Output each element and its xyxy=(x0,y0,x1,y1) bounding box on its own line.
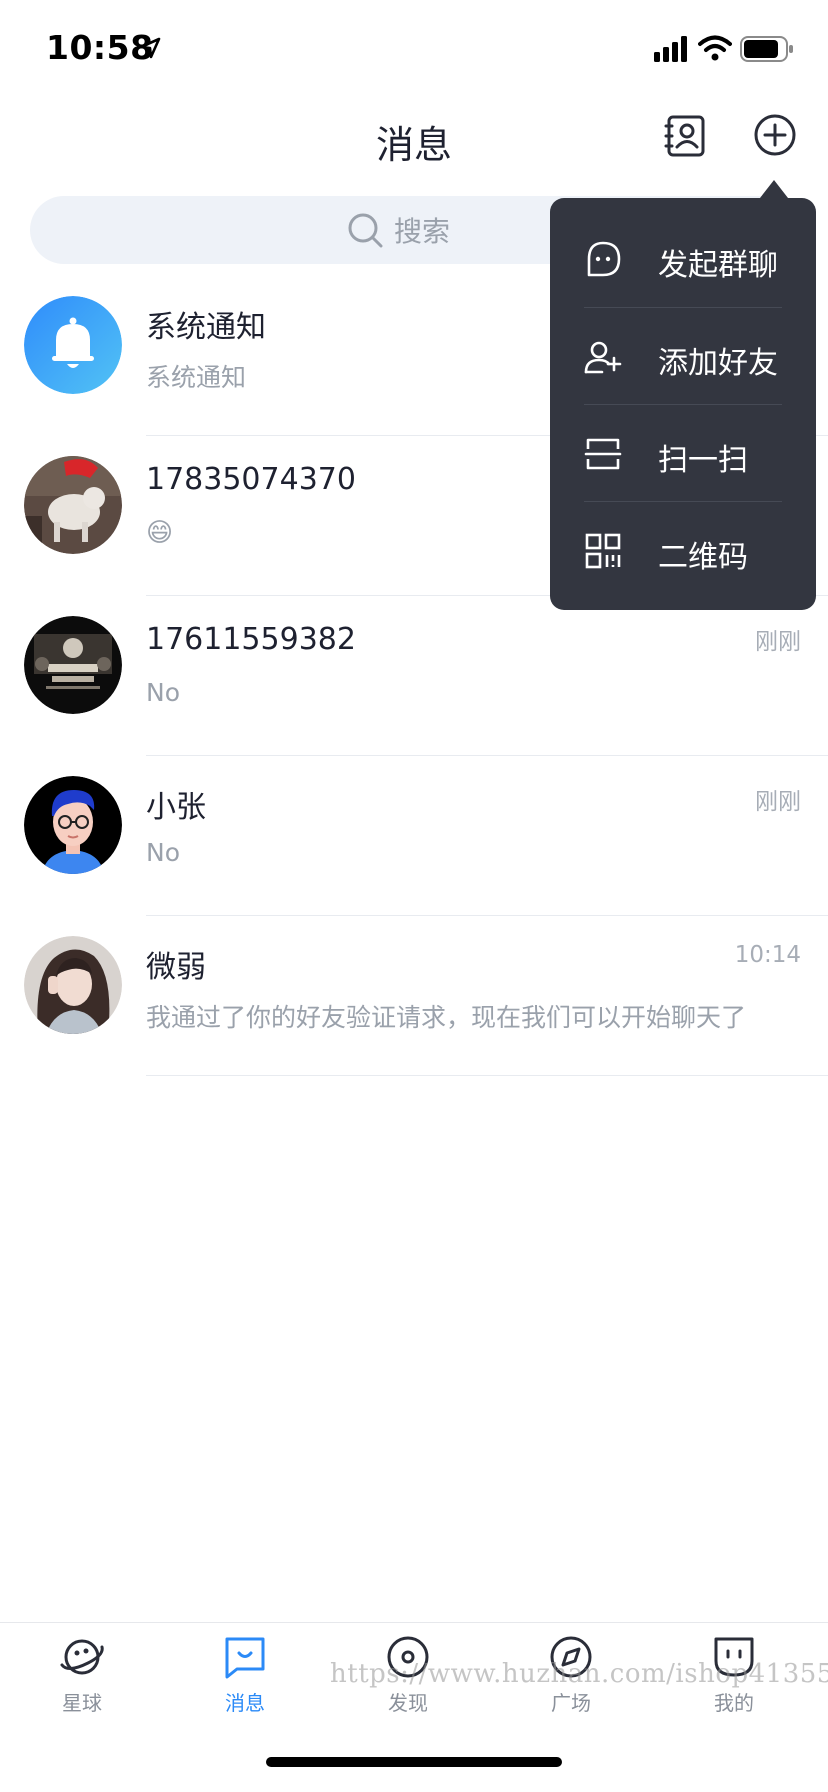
conversation-time: 刚刚 xyxy=(755,629,801,655)
contacts-icon[interactable] xyxy=(664,114,708,158)
tab-label: 消息 xyxy=(225,1691,265,1715)
menu-item-qr-code[interactable]: 二维码 xyxy=(584,501,782,598)
search-placeholder: 搜索 xyxy=(394,215,451,248)
tab-messages[interactable]: 消息 xyxy=(185,1633,305,1733)
conversation-name: 系统通知 xyxy=(146,310,266,345)
tab-label: 发现 xyxy=(388,1691,428,1715)
watermark: https://www.huzhan.com/ishop41355 xyxy=(330,1659,828,1689)
conversation-preview: No xyxy=(146,838,180,867)
tab-label: 我的 xyxy=(714,1691,754,1715)
add-menu-plus-icon[interactable] xyxy=(752,112,798,158)
system-notification-avatar xyxy=(24,296,122,394)
nav-header: 消息 xyxy=(0,96,828,196)
scan-icon xyxy=(584,438,622,470)
menu-item-scan[interactable]: 扫一扫 xyxy=(584,404,782,501)
menu-item-label: 扫一扫 xyxy=(658,443,748,478)
tab-label: 星球 xyxy=(62,1691,102,1715)
add-popup-menu: 发起群聊 添加好友 扫一扫 二维码 xyxy=(550,198,816,610)
home-indicator[interactable] xyxy=(266,1757,562,1767)
tab-label: 广场 xyxy=(551,1691,591,1715)
cartoon-avatar xyxy=(24,776,122,874)
conversation-preview: 我通过了你的好友验证请求，现在我们可以开始聊天了 xyxy=(146,1003,747,1032)
conversation-time: 刚刚 xyxy=(755,789,801,815)
conversation-name: 微弱 xyxy=(146,950,206,985)
qr-code-icon xyxy=(585,533,621,569)
menu-item-add-friend[interactable]: 添加好友 xyxy=(584,307,782,404)
add-user-icon xyxy=(584,341,622,374)
chat-bubble-icon xyxy=(587,241,621,277)
cellular-signal-icon xyxy=(654,36,687,62)
user-poster-avatar xyxy=(24,616,122,714)
menu-item-label: 二维码 xyxy=(658,540,748,575)
divider xyxy=(146,1075,828,1076)
conversation-preview: No xyxy=(146,678,180,707)
battery-icon xyxy=(740,36,793,62)
messages-screen: 10:58 消息 搜索 系统通知 系统通知 17835074370 😄 1761… xyxy=(0,0,828,1792)
conversation-item[interactable]: 17611559382 No 刚刚 xyxy=(0,596,828,756)
popup-arrow xyxy=(760,180,788,198)
message-icon xyxy=(225,1637,265,1679)
conversation-name: 17835074370 xyxy=(146,462,356,497)
conversation-preview: 系统通知 xyxy=(146,363,247,392)
user-selfie-avatar xyxy=(24,936,122,1034)
conversation-name: 17611559382 xyxy=(146,622,356,657)
wifi-icon xyxy=(698,35,732,61)
tab-planet[interactable]: 星球 xyxy=(22,1633,142,1733)
conversation-name: 小张 xyxy=(146,790,206,825)
menu-item-label: 添加好友 xyxy=(658,346,778,381)
planet-icon xyxy=(60,1639,104,1675)
user-photo-avatar xyxy=(24,456,122,554)
menu-item-label: 发起群聊 xyxy=(658,248,778,283)
conversation-preview: 😄 xyxy=(146,518,174,548)
search-inner: 搜索 xyxy=(346,210,450,250)
conversation-item[interactable]: 微弱 我通过了你的好友验证请求，现在我们可以开始聊天了 10:14 xyxy=(0,916,828,1076)
conversation-time: 10:14 xyxy=(734,942,801,968)
search-icon xyxy=(348,213,383,248)
location-arrow-icon xyxy=(139,37,161,59)
menu-item-start-group-chat[interactable]: 发起群聊 xyxy=(584,210,782,307)
conversation-item[interactable]: 小张 No 刚刚 xyxy=(0,756,828,916)
status-bar: 10:58 xyxy=(0,0,828,96)
